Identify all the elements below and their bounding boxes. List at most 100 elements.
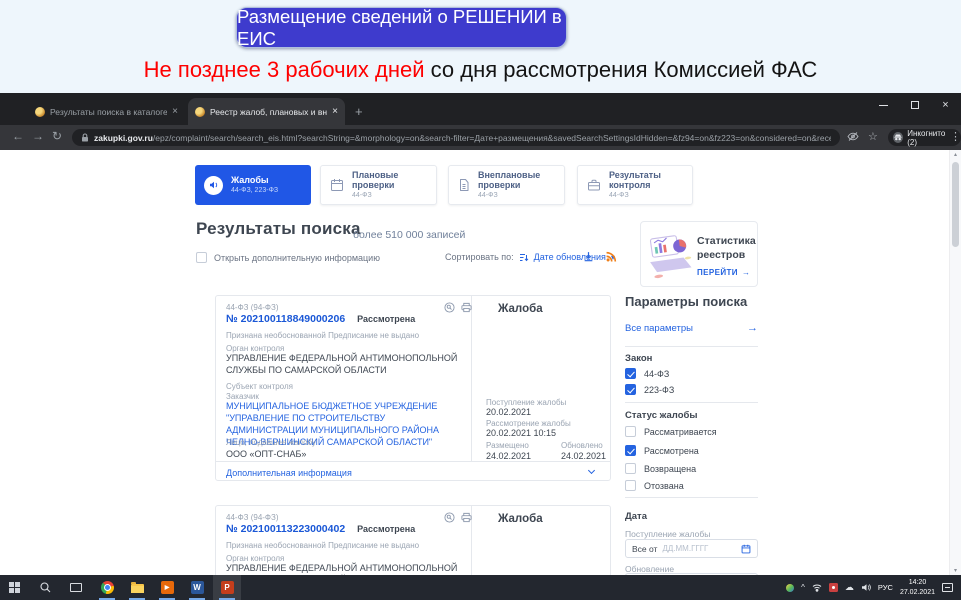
- close-tab-icon[interactable]: ×: [172, 106, 178, 117]
- back-icon[interactable]: ←: [12, 129, 24, 143]
- site-favicon-icon: [195, 107, 205, 117]
- receipt-date-from-input[interactable]: Все от ДД.ММ.ГГГГ: [625, 539, 758, 558]
- url-domain: zakupki.gov.ru: [94, 133, 153, 143]
- forward-icon[interactable]: →: [32, 129, 44, 143]
- tray-alert-icon[interactable]: [829, 583, 838, 592]
- taskbar-search-button[interactable]: [31, 575, 59, 600]
- statistics-go-link[interactable]: ПЕРЕЙТИ →: [697, 268, 750, 277]
- network-icon[interactable]: [812, 583, 822, 592]
- statistics-card[interactable]: Статистика реестров ПЕРЕЙТИ →: [640, 221, 758, 287]
- clock[interactable]: 14:20 27.02.2021: [900, 578, 935, 597]
- rss-icon[interactable]: [606, 251, 617, 262]
- close-window-button[interactable]: ×: [930, 93, 961, 117]
- chevron-down-icon: [588, 467, 595, 474]
- volume-icon[interactable]: [861, 583, 871, 592]
- checkbox-under-review[interactable]: Рассматривается: [625, 426, 717, 437]
- checkbox-44fz[interactable]: 44-ФЗ: [625, 368, 669, 379]
- divider: [625, 402, 758, 403]
- checkbox-icon: [625, 426, 636, 437]
- results-count: более 510 000 записей: [353, 229, 465, 241]
- checkbox-label: Отозвана: [644, 481, 684, 491]
- taskbar-media-button[interactable]: ▶: [153, 575, 181, 600]
- eye-slash-icon[interactable]: [847, 131, 859, 142]
- maximize-button[interactable]: [899, 93, 930, 117]
- statistics-illustration: [645, 230, 695, 280]
- checkbox-withdrawn[interactable]: Отозвана: [625, 480, 684, 491]
- additional-info-row[interactable]: Дополнительная информация: [216, 461, 610, 482]
- tray-app-icon[interactable]: [786, 584, 794, 592]
- scrollbar-thumb[interactable]: [952, 162, 959, 247]
- printer-icon[interactable]: [461, 302, 472, 313]
- statistics-go-label: ПЕРЕЙТИ: [697, 268, 738, 277]
- law-label: 44-ФЗ (94-ФЗ): [226, 513, 279, 522]
- control-body-value: УПРАВЛЕНИЕ ФЕДЕРАЛЬНОЙ АНТИМОНОПОЛЬНОЙ С…: [226, 562, 464, 575]
- complaint-type: Жалоба: [498, 303, 543, 315]
- reload-icon[interactable]: ↻: [52, 129, 62, 143]
- filer-label: Лицо, подавшее жалобу: [226, 438, 316, 447]
- task-view-button[interactable]: [62, 575, 90, 600]
- sort-icon: [519, 253, 529, 262]
- taskbar-word-button[interactable]: W: [183, 575, 211, 600]
- browser-menu-icon[interactable]: ⋮: [950, 130, 961, 143]
- nav-card-planned-checks[interactable]: Плановые проверки 44-ФЗ: [320, 165, 437, 205]
- notification-center-icon[interactable]: [942, 583, 953, 592]
- word-icon: W: [191, 581, 204, 594]
- document-icon: [458, 178, 470, 192]
- lock-icon: [81, 133, 89, 142]
- play-icon: ▶: [161, 581, 174, 594]
- close-tab-icon[interactable]: ×: [332, 106, 338, 117]
- start-button[interactable]: [0, 575, 28, 600]
- taskbar-chrome-button[interactable]: [93, 575, 121, 600]
- review-date-value: 20.02.2021 10:15: [486, 428, 556, 438]
- filer-value: ООО «ОПТ-СНАБ»: [226, 448, 464, 460]
- nav-card-complaints[interactable]: Жалобы 44-ФЗ, 223-ФЗ: [195, 165, 311, 205]
- review-date-label: Рассмотрение жалобы: [486, 419, 571, 428]
- minimize-button[interactable]: [868, 93, 899, 117]
- calendar-icon[interactable]: [741, 544, 751, 554]
- language-indicator[interactable]: РУС: [878, 583, 893, 592]
- nav-card-title: Результаты контроля: [609, 171, 683, 190]
- loupe-icon[interactable]: [444, 512, 455, 523]
- nav-card-subtitle: 44-ФЗ, 223-ФЗ: [231, 187, 278, 194]
- tab-label: Результаты поиска в каталоге: [50, 107, 167, 117]
- card-divider: [471, 296, 472, 461]
- address-bar[interactable]: zakupki.gov.ru/epz/complaint/search/sear…: [72, 129, 840, 146]
- page-viewport: Жалобы 44-ФЗ, 223-ФЗ Плановые проверки 4…: [0, 150, 961, 575]
- cloud-icon[interactable]: ☁: [845, 582, 854, 593]
- slide-deadline-text: Не позднее 3 рабочих дней со дня рассмот…: [0, 57, 961, 83]
- tray-chevron-icon[interactable]: ^: [801, 583, 805, 592]
- checkbox-223fz[interactable]: 223-ФЗ: [625, 384, 674, 395]
- checkbox-reviewed[interactable]: Рассмотрена: [625, 445, 699, 456]
- divider: [625, 497, 758, 498]
- new-tab-button[interactable]: +: [355, 104, 363, 119]
- printer-icon[interactable]: [461, 512, 472, 523]
- windows-taskbar: ▶ W P ^ ☁ РУС 14:20 27.02.2021: [0, 575, 961, 600]
- checkbox-icon: [625, 480, 636, 491]
- nav-card-control-results[interactable]: Результаты контроля 44-ФЗ: [577, 165, 693, 205]
- subject-label: Субъект контроля: [226, 382, 293, 391]
- browser-tab-registry[interactable]: Реестр жалоб, плановых и вне ×: [188, 98, 345, 125]
- nav-card-unplanned-checks[interactable]: Внеплановые проверки 44-ФЗ: [448, 165, 565, 205]
- taskbar-explorer-button[interactable]: [123, 575, 151, 600]
- date-text: 27.02.2021: [900, 589, 935, 596]
- all-params-link[interactable]: Все параметры →: [625, 322, 758, 334]
- law-label: 44-ФЗ (94-ФЗ): [226, 303, 279, 312]
- loupe-icon[interactable]: [444, 302, 455, 313]
- checkbox-returned[interactable]: Возвращена: [625, 463, 696, 474]
- status-badge: Рассмотрена: [357, 524, 415, 534]
- page-scrollbar[interactable]: ▴ ▾: [949, 150, 961, 575]
- taskbar-powerpoint-button[interactable]: P: [213, 575, 241, 600]
- placed-date-value: 24.02.2021: [486, 451, 531, 461]
- open-additional-info-checkbox[interactable]: Открыть дополнительную информацию: [196, 252, 380, 263]
- additional-info-link[interactable]: Дополнительная информация: [226, 468, 352, 478]
- complaint-number-link[interactable]: № 202100118849000206: [226, 313, 345, 325]
- search-icon: [40, 582, 51, 593]
- nav-card-subtitle: 44-ФЗ: [478, 192, 555, 199]
- bookmark-star-icon[interactable]: ☆: [868, 130, 878, 143]
- scroll-down-icon[interactable]: ▾: [950, 567, 961, 574]
- scroll-up-icon[interactable]: ▴: [950, 151, 961, 158]
- download-icon[interactable]: [583, 251, 594, 262]
- complaint-number-link[interactable]: № 202100113223000402: [226, 523, 345, 535]
- updated-date-value: 24.02.2021: [561, 451, 606, 461]
- browser-tab-catalog[interactable]: Результаты поиска в каталоге ×: [28, 98, 185, 125]
